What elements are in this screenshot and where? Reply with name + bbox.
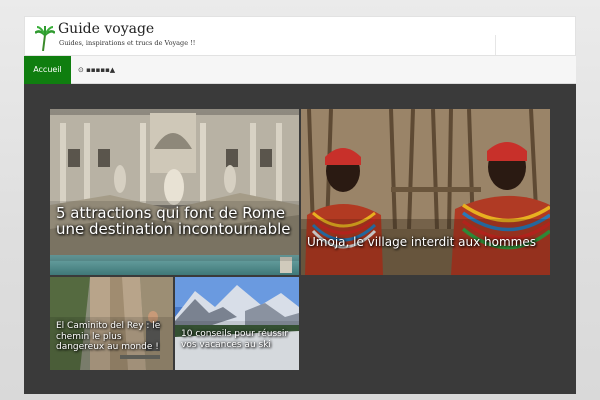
nav-item-accueil[interactable]: Accueil xyxy=(24,56,71,84)
site-header: Guide voyage Guides, inspirations et tru… xyxy=(24,16,576,56)
article-title[interactable]: Umoja, le village interdit aux hommes xyxy=(307,235,542,250)
featured-articles: 5 attractions qui font de Rome une desti… xyxy=(24,84,576,394)
article-title[interactable]: 10 conseils pour réussir vos vacances au… xyxy=(181,329,296,350)
nav-extra-item[interactable]: ⊙ ▪▪▪▪▪▲ xyxy=(78,56,115,84)
site-title[interactable]: Guide voyage xyxy=(58,21,154,37)
site-tagline: Guides, inspirations et trucs de Voyage … xyxy=(59,39,196,47)
main-nav: Accueil ⊙ ▪▪▪▪▪▲ xyxy=(24,56,576,84)
article-image-rome xyxy=(50,109,299,275)
article-card-ski[interactable]: 10 conseils pour réussir vos vacances au… xyxy=(175,277,299,370)
article-image-ski xyxy=(175,277,299,370)
article-card-rome[interactable]: 5 attractions qui font de Rome une desti… xyxy=(50,109,299,275)
article-image-umoja xyxy=(301,109,550,275)
header-divider xyxy=(495,35,496,55)
article-card-umoja[interactable]: Umoja, le village interdit aux hommes xyxy=(301,109,550,275)
article-title[interactable]: El Caminito del Rey : le chemin le plus … xyxy=(56,321,171,353)
article-title[interactable]: 5 attractions qui font de Rome une desti… xyxy=(56,205,291,237)
palm-tree-icon[interactable] xyxy=(35,25,55,51)
article-card-caminito[interactable]: El Caminito del Rey : le chemin le plus … xyxy=(50,277,173,370)
